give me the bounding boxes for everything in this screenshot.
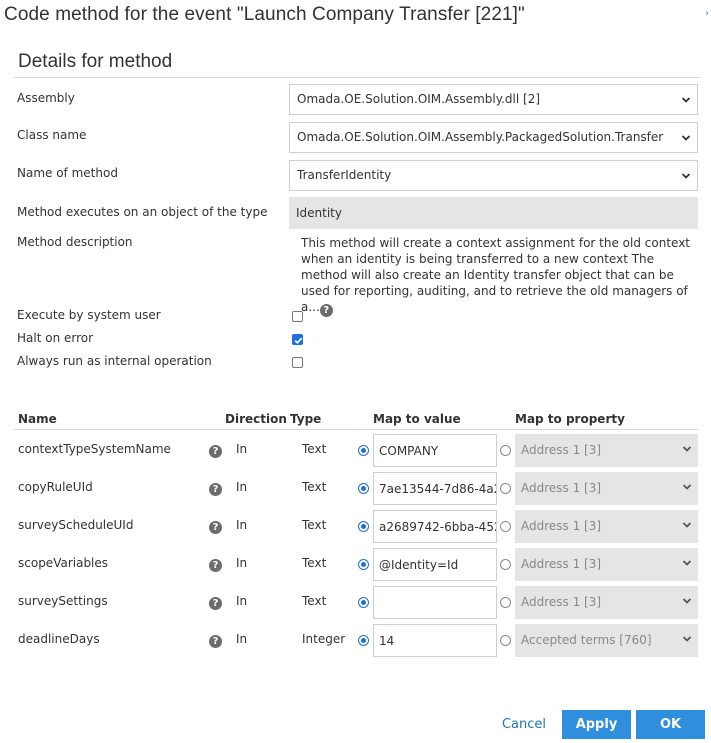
map-to-value-input[interactable] xyxy=(373,586,497,619)
map-to-property-value: Address 1 [3] xyxy=(521,481,602,495)
map-to-property-select[interactable]: Address 1 [3] xyxy=(515,472,698,505)
param-name: surveySettings xyxy=(18,594,108,608)
param-type: Text xyxy=(302,556,327,570)
param-name: scopeVariables xyxy=(18,556,109,570)
map-to-value-input[interactable]: @Identity=Id xyxy=(373,548,497,581)
chevron-down-icon xyxy=(682,636,692,642)
chevron-down-icon xyxy=(682,484,692,490)
dialog-title: Code method for the event "Launch Compan… xyxy=(4,4,525,25)
param-direction: In xyxy=(236,556,248,570)
collapse-icon[interactable]: › xyxy=(705,8,709,19)
param-direction: In xyxy=(236,632,248,646)
internal-operation-label: Always run as internal operation xyxy=(17,354,212,368)
map-to-property-radio[interactable] xyxy=(500,559,511,570)
method-name-select[interactable]: TransferIdentity xyxy=(289,160,698,191)
method-name-label: Name of method xyxy=(17,166,118,180)
method-description: This method will create a context assign… xyxy=(301,235,691,317)
map-to-property-value: Address 1 [3] xyxy=(521,557,602,571)
help-icon[interactable]: ? xyxy=(209,559,222,572)
assembly-select-value: Omada.OE.Solution.OIM.Assembly.dll [2] xyxy=(297,92,541,106)
method-description-text: This method will create a context assign… xyxy=(301,236,691,314)
map-to-value-input[interactable]: 7ae13544-7d86-4a2! xyxy=(373,472,497,505)
param-name: deadlineDays xyxy=(18,632,100,646)
map-to-property-radio[interactable] xyxy=(500,445,511,456)
help-icon[interactable]: ? xyxy=(319,304,333,317)
map-to-value-input[interactable]: 14 xyxy=(373,624,497,657)
chevron-down-icon xyxy=(681,97,691,103)
section-title: Details for method xyxy=(18,51,173,72)
map-to-value-radio[interactable] xyxy=(358,597,369,608)
map-to-property-radio[interactable] xyxy=(500,597,511,608)
cancel-button[interactable]: Cancel xyxy=(498,712,550,738)
chevron-down-icon xyxy=(682,522,692,528)
param-name: contextTypeSystemName xyxy=(18,442,171,456)
map-to-value-radio[interactable] xyxy=(358,635,369,646)
param-type: Integer xyxy=(302,632,346,646)
help-icon[interactable]: ? xyxy=(209,635,222,648)
help-icon[interactable]: ? xyxy=(209,521,222,534)
map-to-property-select[interactable]: Accepted terms [760] xyxy=(515,624,698,657)
map-to-value-radio[interactable] xyxy=(358,445,369,456)
ok-button[interactable]: OK xyxy=(636,710,705,739)
param-direction: In xyxy=(236,518,248,532)
map-to-value-input[interactable]: COMPANY xyxy=(373,434,497,467)
map-to-property-value: Address 1 [3] xyxy=(521,443,602,457)
chevron-down-icon xyxy=(681,135,691,141)
help-icon[interactable]: ? xyxy=(209,445,222,458)
apply-button[interactable]: Apply xyxy=(562,710,631,739)
param-direction: In xyxy=(236,480,248,494)
table-header-divider xyxy=(14,429,698,430)
internal-operation-checkbox[interactable] xyxy=(292,357,303,368)
help-icon[interactable]: ? xyxy=(209,483,222,496)
column-header-name: Name xyxy=(18,412,57,426)
map-to-property-select[interactable]: Address 1 [3] xyxy=(515,586,698,619)
method-name-select-value: TransferIdentity xyxy=(297,168,392,182)
map-to-property-select[interactable]: Address 1 [3] xyxy=(515,510,698,543)
param-type: Text xyxy=(302,480,327,494)
chevron-down-icon xyxy=(681,173,691,179)
param-direction: In xyxy=(236,442,248,456)
column-header-type: Type xyxy=(290,412,322,426)
map-to-property-value: Accepted terms [760] xyxy=(521,633,652,647)
check-icon xyxy=(294,337,303,345)
description-label: Method description xyxy=(17,235,133,249)
map-to-property-select[interactable]: Address 1 [3] xyxy=(515,548,698,581)
map-to-value-input[interactable]: a2689742-6bba-452: xyxy=(373,510,497,543)
map-to-property-value: Address 1 [3] xyxy=(521,595,602,609)
class-name-select-value: Omada.OE.Solution.OIM.Assembly.PackagedS… xyxy=(297,130,664,144)
param-type: Text xyxy=(302,442,327,456)
chevron-down-icon xyxy=(682,560,692,566)
param-direction: In xyxy=(236,594,248,608)
param-name: surveyScheduleUId xyxy=(18,518,134,532)
assembly-select[interactable]: Omada.OE.Solution.OIM.Assembly.dll [2] xyxy=(289,84,698,115)
section-divider xyxy=(14,77,700,78)
class-name-select[interactable]: Omada.OE.Solution.OIM.Assembly.PackagedS… xyxy=(289,122,698,153)
map-to-value-radio[interactable] xyxy=(358,483,369,494)
object-type-value: Identity xyxy=(289,197,698,229)
exec-system-user-checkbox[interactable] xyxy=(292,311,303,322)
halt-on-error-label: Halt on error xyxy=(17,331,94,345)
param-type: Text xyxy=(302,518,327,532)
column-header-map-value: Map to value xyxy=(373,412,461,426)
map-to-property-radio[interactable] xyxy=(500,635,511,646)
chevron-down-icon xyxy=(682,598,692,604)
exec-system-user-label: Execute by system user xyxy=(17,308,161,322)
halt-on-error-checkbox[interactable] xyxy=(292,334,303,345)
column-header-direction: Direction xyxy=(225,412,287,426)
object-type-label: Method executes on an object of the type xyxy=(17,205,268,219)
assembly-label: Assembly xyxy=(17,91,75,105)
class-name-label: Class name xyxy=(17,128,87,142)
help-icon[interactable]: ? xyxy=(209,597,222,610)
column-header-map-property: Map to property xyxy=(515,412,625,426)
chevron-down-icon xyxy=(682,446,692,452)
map-to-value-radio[interactable] xyxy=(358,559,369,570)
map-to-property-select[interactable]: Address 1 [3] xyxy=(515,434,698,467)
map-to-property-radio[interactable] xyxy=(500,483,511,494)
map-to-value-radio[interactable] xyxy=(358,521,369,532)
map-to-property-radio[interactable] xyxy=(500,521,511,532)
map-to-property-value: Address 1 [3] xyxy=(521,519,602,533)
param-type: Text xyxy=(302,594,327,608)
param-name: copyRuleUId xyxy=(18,480,93,494)
